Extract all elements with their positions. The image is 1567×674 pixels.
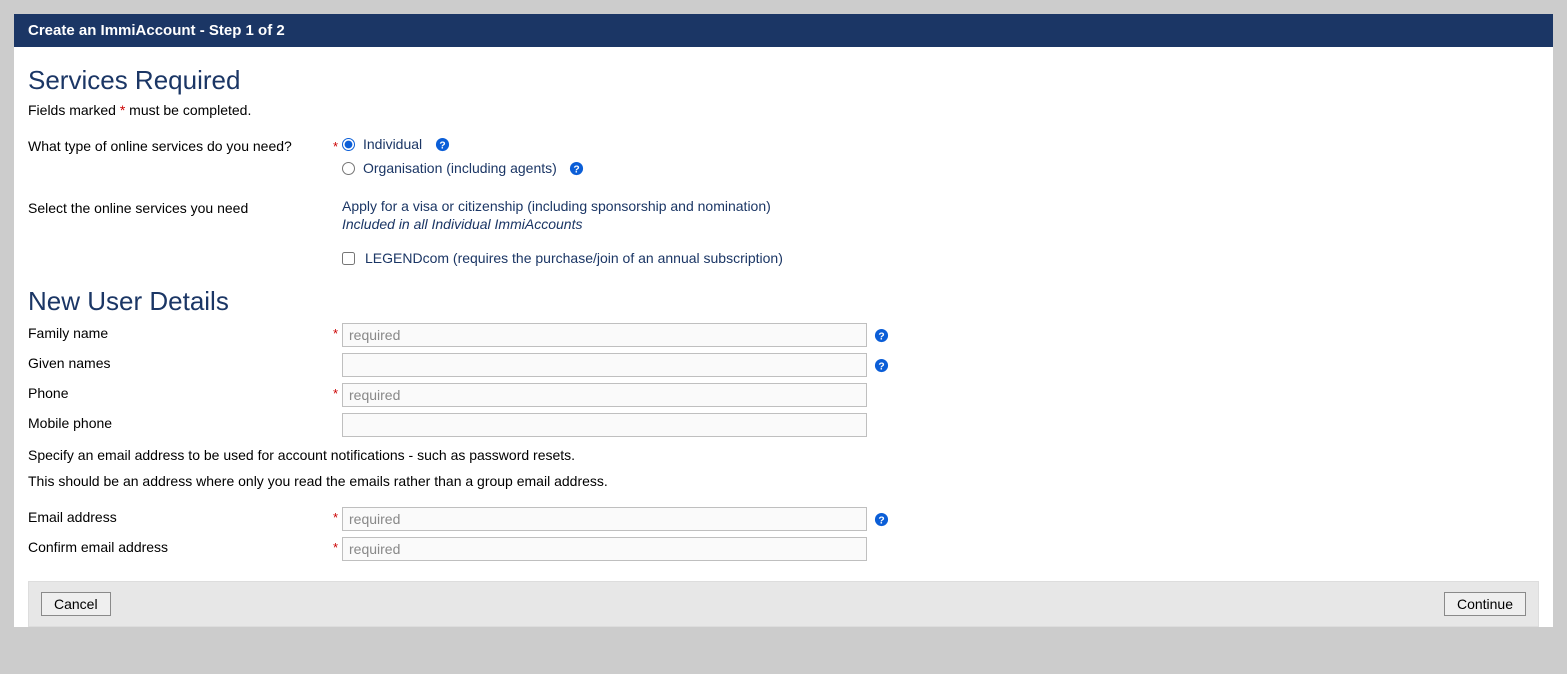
required-marker: * <box>328 537 342 555</box>
svg-text:?: ? <box>574 164 580 175</box>
radio-organisation-label: Organisation (including agents) <box>363 160 557 176</box>
mobile-phone-input[interactable] <box>342 413 867 437</box>
select-services-label: Select the online services you need <box>28 198 328 216</box>
service-type-label: What type of online services do you need… <box>28 136 328 154</box>
family-name-label: Family name <box>28 323 328 341</box>
apply-visa-note: Included in all Individual ImmiAccounts <box>342 216 582 232</box>
services-heading: Services Required <box>28 65 1539 96</box>
radio-individual[interactable] <box>342 138 355 151</box>
cancel-button[interactable]: Cancel <box>41 592 111 616</box>
radio-organisation[interactable] <box>342 162 355 175</box>
help-icon[interactable]: ? <box>569 160 585 176</box>
page-title: Create an ImmiAccount - Step 1 of 2 <box>28 22 285 39</box>
legendcom-label: LEGENDcom (requires the purchase/join of… <box>365 250 783 266</box>
required-fields-hint: Fields marked * must be completed. <box>28 102 1539 118</box>
given-names-input[interactable] <box>342 353 867 377</box>
phone-label: Phone <box>28 383 328 401</box>
hint-post: must be completed. <box>125 102 251 118</box>
apply-visa-text: Apply for a visa or citizenship (includi… <box>342 198 771 214</box>
required-marker: * <box>328 383 342 401</box>
help-icon[interactable]: ? <box>434 136 450 152</box>
confirm-email-input[interactable] <box>342 537 867 561</box>
page-title-bar: Create an ImmiAccount - Step 1 of 2 <box>14 14 1553 47</box>
hint-pre: Fields marked <box>28 102 120 118</box>
legendcom-checkbox[interactable] <box>342 252 355 265</box>
given-names-label: Given names <box>28 353 328 371</box>
svg-text:?: ? <box>439 140 445 151</box>
help-icon[interactable]: ? <box>873 327 889 343</box>
confirm-email-label: Confirm email address <box>28 537 328 555</box>
mobile-phone-label: Mobile phone <box>28 413 328 431</box>
required-marker: * <box>328 507 342 525</box>
family-name-input[interactable] <box>342 323 867 347</box>
continue-button[interactable]: Continue <box>1444 592 1526 616</box>
svg-text:?: ? <box>878 331 884 342</box>
svg-text:?: ? <box>878 361 884 372</box>
required-marker: * <box>328 323 342 341</box>
radio-individual-label: Individual <box>363 136 422 152</box>
email-input[interactable] <box>342 507 867 531</box>
button-bar: Cancel Continue <box>28 581 1539 627</box>
svg-text:?: ? <box>878 515 884 526</box>
help-icon[interactable]: ? <box>873 357 889 373</box>
required-marker: * <box>328 136 342 154</box>
email-note-2: This should be an address where only you… <box>28 473 1539 489</box>
email-note-1: Specify an email address to be used for … <box>28 447 1539 463</box>
help-icon[interactable]: ? <box>873 511 889 527</box>
user-details-heading: New User Details <box>28 286 1539 317</box>
email-label: Email address <box>28 507 328 525</box>
phone-input[interactable] <box>342 383 867 407</box>
